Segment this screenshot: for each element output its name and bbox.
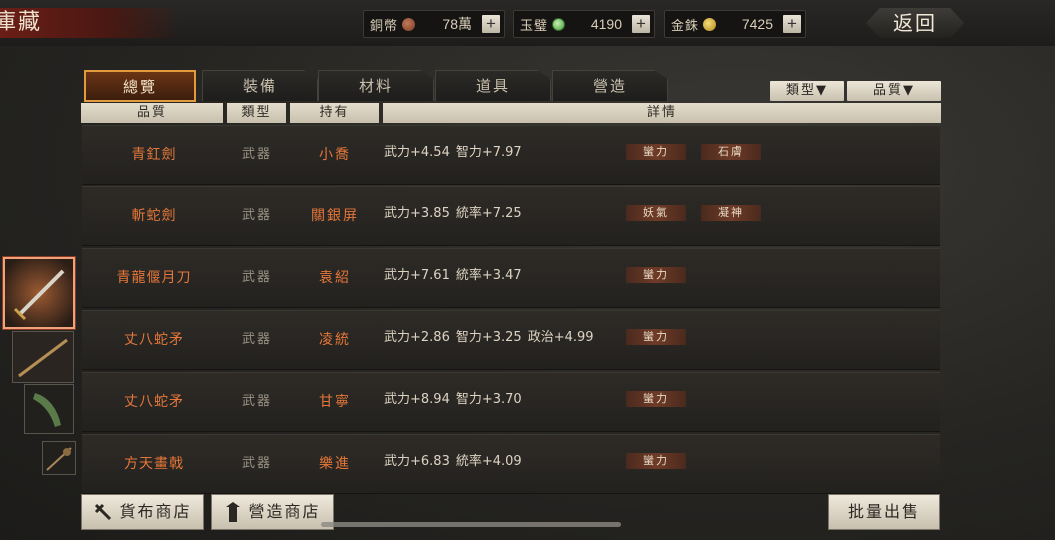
column-details: 詳情 (383, 103, 941, 123)
bulk-sell-button[interactable]: 批量出售 (828, 494, 940, 530)
column-owner[interactable]: 持有 (290, 103, 379, 123)
item-owner: 關銀屏 (311, 208, 359, 224)
item-owner: 樂進 (319, 456, 351, 472)
stat: 政治+4.99 (527, 330, 594, 345)
tab-construction[interactable]: 營造 (552, 70, 668, 101)
currency-shop-button[interactable]: 貨布商店 (81, 494, 204, 530)
tower-icon (226, 502, 241, 522)
tab-items[interactable]: 道具 (435, 70, 551, 101)
skill-badge: 蠻力 (626, 391, 686, 407)
stat: 武力+3.85 (384, 206, 450, 221)
table-row[interactable]: 青釭劍 武器 小喬 武力+4.54 智力+7.97 蠻力 石膚 (82, 125, 940, 185)
item-name: 青龍偃月刀 (116, 270, 192, 286)
stat: 統率+4.09 (455, 454, 522, 469)
item-name: 丈八蛇矛 (124, 394, 184, 410)
item-type: 武器 (241, 332, 272, 347)
add-gold-button[interactable]: + (783, 15, 801, 33)
item-type: 武器 (241, 270, 272, 285)
currency-shop-label: 貨布商店 (119, 502, 192, 521)
copper-coin-icon (402, 17, 416, 31)
item-owner: 甘寧 (319, 394, 351, 410)
glaive-icon (25, 385, 73, 433)
stat: 武力+8.94 (384, 392, 450, 407)
copper-label: 銅幣 (370, 18, 399, 34)
sword-icon (5, 259, 73, 327)
table-row[interactable]: 青龍偃月刀 武器 袁紹 武力+7.61 統率+3.47 蠻力 (82, 248, 940, 308)
item-stats: 武力+6.83 統率+4.09 (384, 435, 528, 493)
item-name: 丈八蛇矛 (124, 332, 184, 348)
stat: 智力+3.25 (455, 330, 522, 345)
type-filter-dropdown[interactable]: 類型▼ (770, 81, 844, 101)
page-title: 庫藏 (0, 8, 180, 38)
build-shop-label: 營造商店 (248, 502, 321, 521)
stat: 武力+2.86 (384, 330, 450, 345)
home-indicator (321, 522, 621, 527)
item-name: 青釭劍 (131, 147, 177, 163)
weapon-thumbnail[interactable] (3, 257, 75, 329)
add-jade-button[interactable]: + (632, 15, 650, 33)
copper-currency: 銅幣 78萬 + (363, 10, 505, 38)
tab-equipment[interactable]: 裝備 (202, 70, 318, 101)
skill-badge: 蠻力 (626, 144, 686, 160)
skill-badge: 蠻力 (626, 329, 686, 345)
item-name: 斬蛇劍 (131, 208, 177, 224)
column-type[interactable]: 類型 (227, 103, 286, 123)
gold-currency: 金銖 7425 + (664, 10, 806, 38)
page-title-text: 庫藏 (0, 10, 43, 35)
item-type: 武器 (241, 208, 272, 223)
skill-badge: 妖氣 (626, 205, 686, 221)
quality-filter-dropdown[interactable]: 品質▼ (847, 81, 941, 101)
table-row[interactable]: 丈八蛇矛 武器 甘寧 武力+8.94 智力+3.70 蠻力 (82, 372, 940, 432)
jade-disc-icon (552, 17, 566, 31)
item-type: 武器 (241, 456, 272, 471)
coin-tool-icon (95, 503, 112, 521)
item-stats: 武力+3.85 統率+7.25 (384, 187, 528, 245)
stat: 智力+7.97 (455, 145, 522, 160)
item-stats: 武力+7.61 統率+3.47 (384, 249, 528, 307)
stat: 統率+7.25 (455, 206, 522, 221)
gold-label: 金銖 (671, 18, 700, 34)
skill-badge: 石膚 (701, 144, 761, 160)
skill-badge: 蠻力 (626, 267, 686, 283)
jade-currency: 玉璧 4190 + (513, 10, 655, 38)
column-quality[interactable]: 品質 (81, 103, 223, 123)
tab-materials[interactable]: 材料 (318, 70, 434, 101)
stat: 統率+3.47 (455, 268, 522, 283)
weapon-thumbnail[interactable] (42, 441, 76, 475)
add-copper-button[interactable]: + (482, 15, 500, 33)
table-row[interactable]: 斬蛇劍 武器 關銀屏 武力+3.85 統率+7.25 妖氣 凝神 (82, 186, 940, 246)
item-stats: 武力+2.86 智力+3.25 政治+4.99 (384, 311, 600, 369)
jade-label: 玉璧 (520, 18, 549, 34)
copper-value: 78萬 (442, 16, 472, 32)
item-stats: 武力+4.54 智力+7.97 (384, 126, 528, 184)
weapon-thumbnail[interactable] (12, 331, 74, 383)
stat: 武力+7.61 (384, 268, 450, 283)
item-owner: 小喬 (319, 147, 351, 163)
halberd-icon (43, 442, 75, 474)
item-owner: 袁紹 (319, 270, 351, 286)
table-row[interactable]: 方天畫戟 武器 樂進 武力+6.83 統率+4.09 蠻力 (82, 434, 940, 494)
build-shop-button[interactable]: 營造商店 (211, 494, 334, 530)
gold-coin-icon (703, 17, 717, 31)
item-owner: 凌統 (319, 332, 351, 348)
back-button[interactable]: 返回 (866, 8, 964, 38)
skill-badge: 蠻力 (626, 453, 686, 469)
table-row[interactable]: 丈八蛇矛 武器 凌統 武力+2.86 智力+3.25 政治+4.99 蠻力 (82, 310, 940, 370)
gold-value: 7425 (741, 16, 773, 32)
weapon-thumbnail[interactable] (24, 384, 74, 434)
item-type: 武器 (241, 394, 272, 409)
item-stats: 武力+8.94 智力+3.70 (384, 373, 528, 431)
spear-icon (13, 332, 73, 382)
jade-value: 4190 (590, 16, 622, 32)
stat: 武力+4.54 (384, 145, 450, 160)
stat: 武力+6.83 (384, 454, 450, 469)
item-name: 方天畫戟 (124, 456, 184, 472)
stat: 智力+3.70 (455, 392, 522, 407)
item-type: 武器 (241, 147, 272, 162)
tab-overview[interactable]: 總覽 (84, 70, 196, 102)
skill-badge: 凝神 (701, 205, 761, 221)
